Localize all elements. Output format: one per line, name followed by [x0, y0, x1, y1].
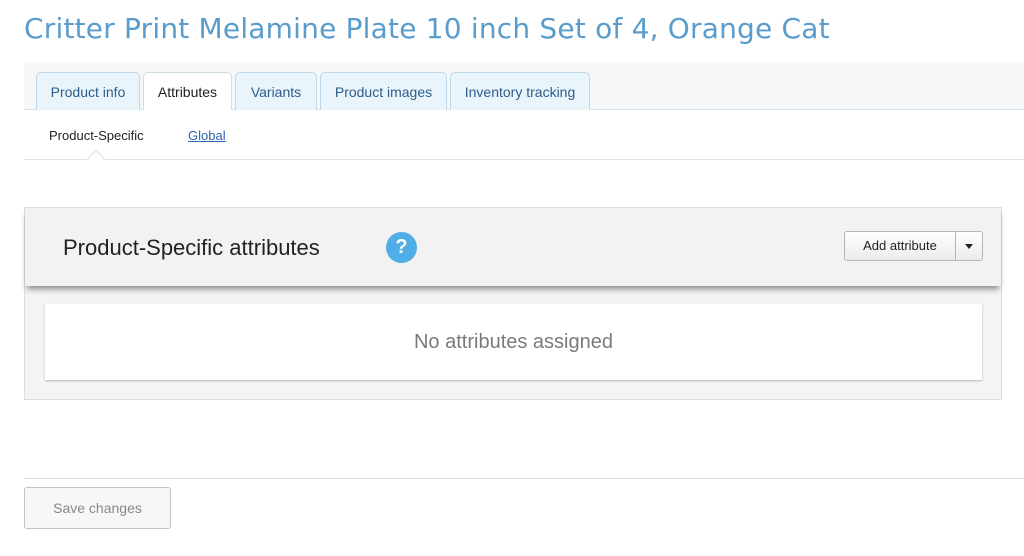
tab-product-images[interactable]: Product images: [320, 72, 447, 111]
tab-bar: Product info Attributes Variants Product…: [24, 62, 1024, 112]
page-title: Critter Print Melamine Plate 10 inch Set…: [24, 12, 830, 45]
chevron-down-icon: [965, 244, 973, 249]
subtab-bar: Product-Specific Global: [24, 110, 1024, 160]
subtab-global[interactable]: Global: [188, 128, 226, 143]
footer-divider: [24, 478, 1024, 479]
attributes-empty-state: No attributes assigned: [45, 304, 982, 380]
help-icon[interactable]: ?: [386, 232, 417, 263]
attributes-panel: Product-Specific attributes ? Add attrib…: [24, 207, 1002, 400]
empty-state-message: No attributes assigned: [413, 331, 613, 353]
tab-product-info[interactable]: Product info: [36, 72, 140, 111]
tab-attributes[interactable]: Attributes: [143, 72, 232, 112]
subtab-product-specific[interactable]: Product-Specific: [49, 128, 144, 143]
attributes-panel-header: Product-Specific attributes ? Add attrib…: [25, 208, 1001, 286]
tab-inventory-tracking[interactable]: Inventory tracking: [450, 72, 590, 111]
add-attribute-dropdown-button[interactable]: [955, 231, 983, 261]
attributes-panel-title: Product-Specific attributes: [63, 235, 320, 260]
save-changes-button[interactable]: Save changes: [24, 487, 171, 529]
add-attribute-button[interactable]: Add attribute: [844, 231, 956, 261]
tab-variants[interactable]: Variants: [235, 72, 317, 111]
